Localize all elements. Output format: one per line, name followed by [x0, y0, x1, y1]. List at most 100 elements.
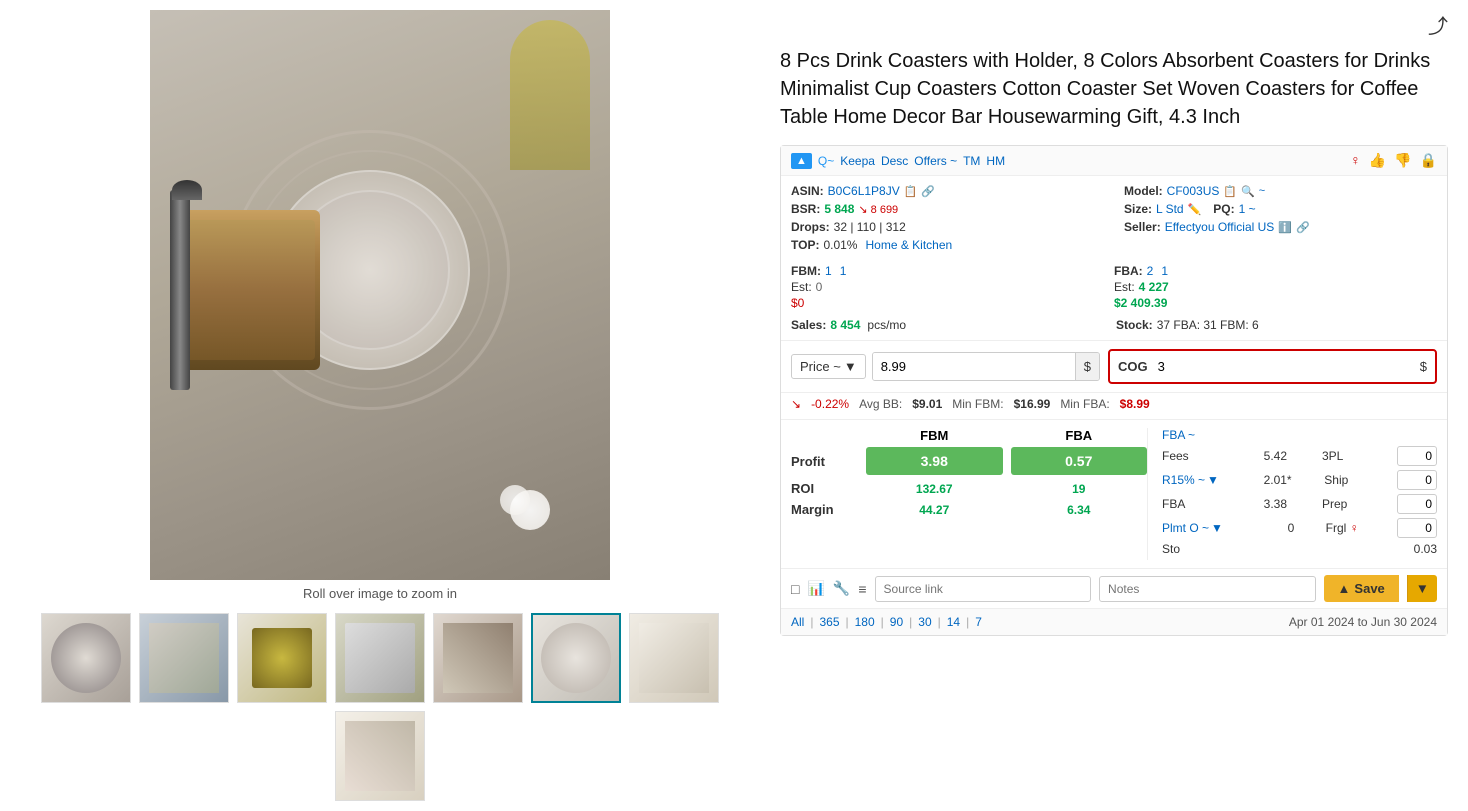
bottom-icon-4[interactable]: ≡	[858, 581, 866, 597]
date-30-link[interactable]: 30	[918, 615, 931, 629]
thumbnail-3[interactable]	[237, 613, 327, 703]
thumbnail-7[interactable]	[629, 613, 719, 703]
est-fbm-dollars: $0	[791, 296, 804, 310]
cog-input[interactable]	[1154, 355, 1414, 378]
fbm-val1: 1	[825, 264, 832, 278]
model-value[interactable]: CF003US	[1167, 184, 1220, 198]
fba-col: FBA: 2 1 Est: 4 227 $2 409.39	[1114, 264, 1437, 310]
asin-value[interactable]: B0C6L1P8JV	[828, 184, 900, 198]
sales-stock-section: Sales: 8 454 pcs/mo Stock: 37 FBA: 31 FB…	[781, 318, 1447, 340]
bottom-icon-1[interactable]: □	[791, 581, 799, 597]
seller-value[interactable]: Effectyou Official US	[1165, 220, 1275, 234]
asin-label: ASIN:	[791, 184, 824, 198]
profit-fba-box: 0.57	[1011, 447, 1148, 475]
date-links: All | 365 | 180 | 90 | 30 | 14 | 7	[791, 615, 982, 629]
tm-link[interactable]: TM	[963, 154, 980, 168]
thumbdown-icon[interactable]: 👎	[1394, 152, 1411, 169]
asin-copy-icon[interactable]: 📋	[904, 185, 918, 198]
margin-fba-val: 6.34	[1011, 503, 1148, 517]
tpl-input[interactable]	[1397, 446, 1437, 466]
fba-select-dropdown[interactable]: FBA ~	[1162, 428, 1437, 442]
fba-column-header: FBA	[1011, 428, 1148, 443]
date-90-link[interactable]: 90	[890, 615, 903, 629]
date-14-link[interactable]: 14	[947, 615, 960, 629]
min-fba-label: Min FBA:	[1060, 397, 1109, 411]
size-edit-icon[interactable]: ✏️	[1188, 203, 1202, 216]
notes-input[interactable]	[1099, 576, 1316, 602]
r15-label[interactable]: R15% ~ ▼	[1162, 473, 1219, 487]
thumbnail-row	[20, 613, 740, 801]
date-365-link[interactable]: 365	[819, 615, 839, 629]
profit-row: Profit 3.98 0.57	[791, 447, 1147, 475]
asin-row: ASIN: B0C6L1P8JV 📋 🔗	[791, 184, 1104, 198]
top-category[interactable]: Home & Kitchen	[865, 238, 952, 252]
fbm-col: FBM: 1 1 Est: 0 $0	[791, 264, 1114, 310]
fba-fees-label: FBA	[1162, 497, 1212, 511]
lock-icon[interactable]: 🔒	[1420, 152, 1437, 169]
thumbnail-8[interactable]	[335, 711, 425, 801]
fees-row-sto: Sto 0.03	[1162, 542, 1437, 556]
hm-link[interactable]: HM	[986, 154, 1005, 168]
bottom-icon-2[interactable]: 📊	[807, 580, 824, 597]
avg-bb-label: Avg BB:	[859, 397, 902, 411]
seller-label: Seller:	[1124, 220, 1161, 234]
margin-row: Margin 44.27 6.34	[791, 502, 1147, 517]
size-label: Size:	[1124, 202, 1152, 216]
thumbnail-5[interactable]	[433, 613, 523, 703]
margin-fbm-val: 44.27	[866, 503, 1003, 517]
est-fba-val: 4 227	[1139, 280, 1169, 294]
price-cog-row: Price ~ ▼ $ COG $	[781, 340, 1447, 392]
source-link-input[interactable]	[875, 576, 1092, 602]
thumbup-icon[interactable]: 👍	[1369, 152, 1386, 169]
calc-headers: FBM FBA	[791, 428, 1147, 443]
sales-row: Sales: 8 454 pcs/mo	[791, 318, 1112, 332]
q-icon[interactable]: Q~	[818, 154, 834, 168]
frgl-input[interactable]	[1397, 518, 1437, 538]
price-input[interactable]	[873, 353, 1075, 380]
date-all-link[interactable]: All	[791, 615, 804, 629]
size-value: L Std	[1156, 202, 1184, 216]
desc-link[interactable]: Desc	[881, 154, 908, 168]
bottom-icon-3[interactable]: 🔧	[833, 580, 850, 597]
fees-label: Fees	[1162, 449, 1212, 463]
ship-input[interactable]	[1397, 470, 1437, 490]
prep-input[interactable]	[1397, 494, 1437, 514]
pin-icon[interactable]: ♀	[1350, 152, 1361, 169]
sales-value: 8 454	[830, 318, 860, 332]
save-button[interactable]: ▲ Save	[1324, 575, 1399, 602]
seller-link-icon[interactable]: 🔗	[1296, 221, 1310, 234]
thumbnail-2[interactable]	[139, 613, 229, 703]
drops-value: 32 | 110 | 312	[834, 220, 906, 234]
keepa-link[interactable]: Keepa	[840, 154, 875, 168]
prep-label: Prep	[1322, 497, 1362, 511]
model-search-icon[interactable]: 🔍	[1241, 185, 1255, 198]
tpl-label: 3PL	[1322, 449, 1362, 463]
drops-row: Drops: 32 | 110 | 312	[791, 220, 1104, 234]
date-range: Apr 01 2024 to Jun 30 2024	[1289, 615, 1437, 629]
date-7-link[interactable]: 7	[975, 615, 982, 629]
price-dropdown-button[interactable]: Price ~ ▼	[791, 354, 866, 379]
pq-value[interactable]: 1 ~	[1239, 202, 1256, 216]
plmt-label[interactable]: Plmt O ~ ▼	[1162, 521, 1223, 535]
thumbnail-1[interactable]	[41, 613, 131, 703]
offers-link[interactable]: Offers ~	[914, 154, 957, 168]
sales-label: Sales:	[791, 318, 826, 332]
margin-label: Margin	[791, 502, 866, 517]
price-chevron: ▼	[844, 359, 857, 374]
bottom-bar: □ 📊 🔧 ≡ ▲ Save ▼	[781, 568, 1447, 608]
avg-bb-val: $9.01	[912, 397, 942, 411]
model-chevron[interactable]: ~	[1259, 185, 1265, 197]
date-180-link[interactable]: 180	[855, 615, 875, 629]
fba-label: FBA:	[1114, 264, 1143, 278]
sto-label: Sto	[1162, 542, 1212, 556]
thumbnail-6[interactable]	[531, 613, 621, 703]
share-icon[interactable]: ⤴	[1428, 10, 1448, 39]
save-dropdown-button[interactable]: ▼	[1407, 575, 1437, 602]
seller-info-icon[interactable]: ℹ️	[1278, 221, 1292, 234]
info-card: ▲ Q~ Keepa Desc Offers ~ TM HM ♀ 👍 👎 🔒 A…	[780, 145, 1448, 636]
thumbnail-4[interactable]	[335, 613, 425, 703]
model-copy-icon[interactable]: 📋	[1223, 185, 1237, 198]
asin-link-icon[interactable]: 🔗	[921, 185, 935, 198]
fees-row-r15: R15% ~ ▼ 2.01* Ship	[1162, 470, 1437, 490]
stock-label: Stock:	[1116, 318, 1153, 332]
